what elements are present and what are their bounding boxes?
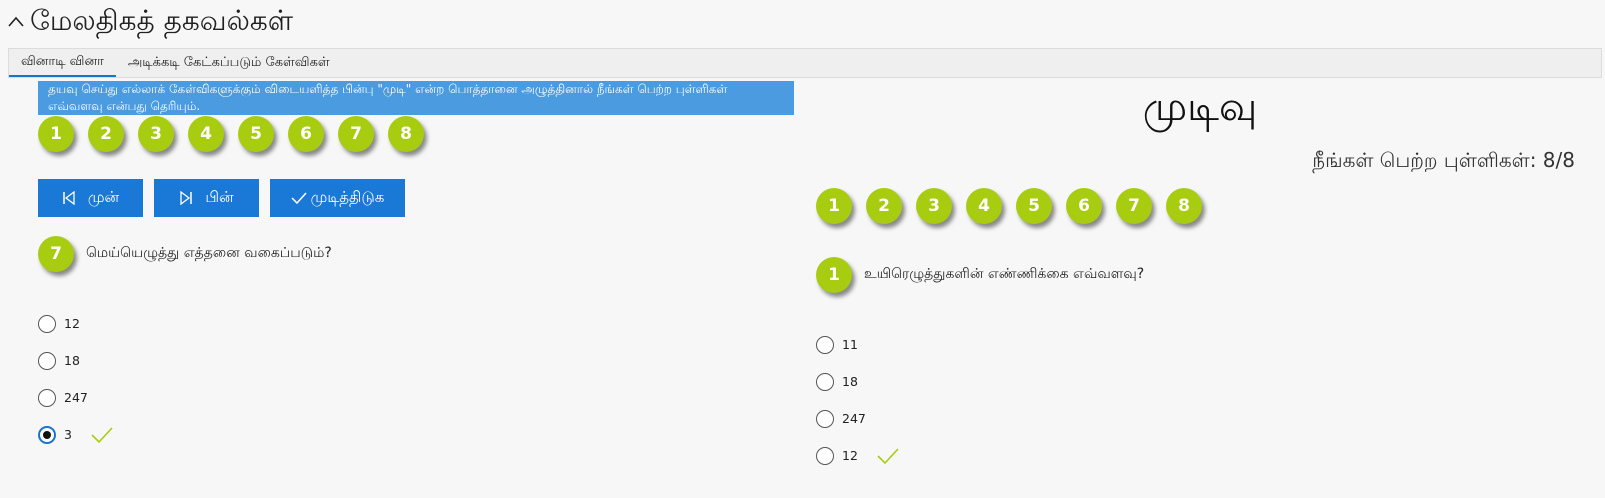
question-nav-item[interactable]: 5 — [238, 116, 274, 152]
skip-next-icon — [180, 191, 193, 205]
question-nav: 1 2 3 4 5 6 7 8 — [38, 116, 424, 152]
question-nav-item[interactable]: 8 — [388, 116, 424, 152]
question-number-badge: 1 — [816, 257, 852, 293]
result-nav-item[interactable]: 2 — [866, 188, 902, 224]
section-title: மேலதிகத் தகவல்கள் — [30, 3, 294, 37]
quiz-controls: முன் பின் முடித்திடுக — [38, 179, 405, 217]
question-nav-item[interactable]: 3 — [138, 116, 174, 152]
option-label: 247 — [64, 390, 88, 405]
score-text: நீங்கள் பெற்ற புள்ளிகள்: 8/8 — [1312, 148, 1575, 172]
result-question: 1 உயிரெழுத்துகளின் எண்ணிக்கை எவ்வளவு? — [816, 257, 1144, 293]
option-label: 12 — [64, 316, 80, 331]
instruction-banner: தயவு செய்து எல்லாக் கேள்விகளுக்கும் விடை… — [38, 81, 794, 115]
question-nav-item[interactable]: 6 — [288, 116, 324, 152]
question-number-badge: 7 — [38, 236, 74, 272]
tab-faq[interactable]: அடிக்கடி கேட்கப்படும் கேள்விகள் — [116, 49, 342, 77]
previous-label: முன் — [87, 188, 120, 206]
answer-option-selected[interactable]: 3 — [38, 416, 114, 453]
result-nav-item[interactable]: 3 — [916, 188, 952, 224]
answer-option[interactable]: 247 — [816, 400, 900, 437]
answer-option[interactable]: 12 — [38, 305, 114, 342]
answer-options: 12 18 247 3 — [38, 305, 114, 453]
checkmark-icon — [291, 192, 307, 205]
result-nav-item[interactable]: 7 — [1116, 188, 1152, 224]
current-question: 7 மெய்யெழுத்து எத்தனை வகைப்படும்? — [38, 236, 332, 272]
finish-label: முடித்திடுக — [310, 188, 385, 206]
result-nav-item[interactable]: 4 — [966, 188, 1002, 224]
result-nav-item[interactable]: 6 — [1066, 188, 1102, 224]
answer-option[interactable]: 18 — [38, 342, 114, 379]
option-label: 18 — [842, 374, 858, 389]
finish-button[interactable]: முடித்திடுக — [270, 179, 405, 217]
result-nav-item[interactable]: 8 — [1166, 188, 1202, 224]
tab-quiz[interactable]: வினாடி வினா — [9, 49, 116, 77]
radio-button[interactable] — [38, 351, 56, 370]
option-label: 11 — [842, 337, 858, 352]
correct-check-icon — [877, 447, 899, 464]
previous-button[interactable]: முன் — [38, 179, 143, 217]
option-label: 3 — [64, 427, 72, 442]
radio-button[interactable] — [38, 388, 56, 407]
question-text: உயிரெழுத்துகளின் எண்ணிக்கை எவ்வளவு? — [864, 266, 1145, 282]
option-label: 18 — [64, 353, 80, 368]
radio-button[interactable] — [816, 446, 834, 465]
correct-check-icon — [91, 426, 113, 443]
next-label: பின் — [205, 188, 234, 206]
answer-option-correct[interactable]: 12 — [816, 437, 900, 474]
chevron-up-icon — [8, 16, 24, 27]
option-label: 12 — [842, 448, 858, 463]
question-nav-item[interactable]: 4 — [188, 116, 224, 152]
radio-button[interactable] — [816, 372, 834, 391]
answer-option[interactable]: 11 — [816, 326, 900, 363]
result-question-nav: 1 2 3 4 5 6 7 8 — [816, 188, 1202, 224]
question-nav-item[interactable]: 2 — [88, 116, 124, 152]
option-label: 247 — [842, 411, 866, 426]
tab-bar: வினாடி வினா அடிக்கடி கேட்கப்படும் கேள்வி… — [8, 48, 1602, 78]
question-nav-item[interactable]: 7 — [338, 116, 374, 152]
radio-button[interactable] — [816, 335, 834, 354]
result-nav-item[interactable]: 5 — [1016, 188, 1052, 224]
section-header[interactable]: மேலதிகத் தகவல்கள் — [8, 4, 293, 40]
result-answer-options: 11 18 247 12 — [816, 326, 900, 474]
question-text: மெய்யெழுத்து எத்தனை வகைப்படும்? — [86, 245, 332, 261]
radio-button-selected[interactable] — [38, 425, 56, 444]
radio-button[interactable] — [816, 409, 834, 428]
answer-option[interactable]: 247 — [38, 379, 114, 416]
result-title: முடிவு — [1142, 84, 1258, 130]
question-nav-item[interactable]: 1 — [38, 116, 74, 152]
answer-option[interactable]: 18 — [816, 363, 900, 400]
result-nav-item[interactable]: 1 — [816, 188, 852, 224]
next-button[interactable]: பின் — [154, 179, 259, 217]
skip-previous-icon — [63, 191, 75, 205]
radio-button[interactable] — [38, 314, 56, 333]
